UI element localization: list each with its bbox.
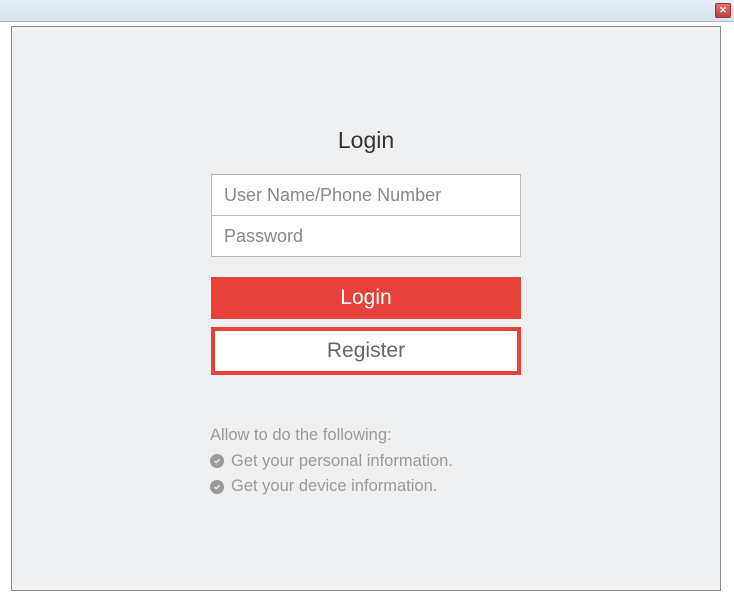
close-icon: ✕ <box>719 6 727 15</box>
permissions-block: Allow to do the following: Get your pers… <box>210 423 521 500</box>
permissions-heading: Allow to do the following: <box>210 423 521 449</box>
register-button[interactable]: Register <box>215 331 517 371</box>
close-button[interactable]: ✕ <box>715 3 731 18</box>
login-form: Login Login Register Allow to do the fol… <box>211 127 521 500</box>
permission-text: Get your personal information. <box>231 449 453 475</box>
check-icon <box>210 454 224 468</box>
register-highlight: Register <box>211 327 521 375</box>
check-icon <box>210 480 224 494</box>
page-title: Login <box>211 127 521 154</box>
permission-text: Get your device information. <box>231 474 437 500</box>
main-panel: Login Login Register Allow to do the fol… <box>11 26 721 591</box>
login-button[interactable]: Login <box>211 277 521 319</box>
input-group <box>211 174 521 257</box>
permission-item: Get your device information. <box>210 474 521 500</box>
permission-item: Get your personal information. <box>210 449 521 475</box>
username-input[interactable] <box>212 175 520 215</box>
window-titlebar: ✕ <box>0 0 734 22</box>
password-input[interactable] <box>212 216 520 256</box>
